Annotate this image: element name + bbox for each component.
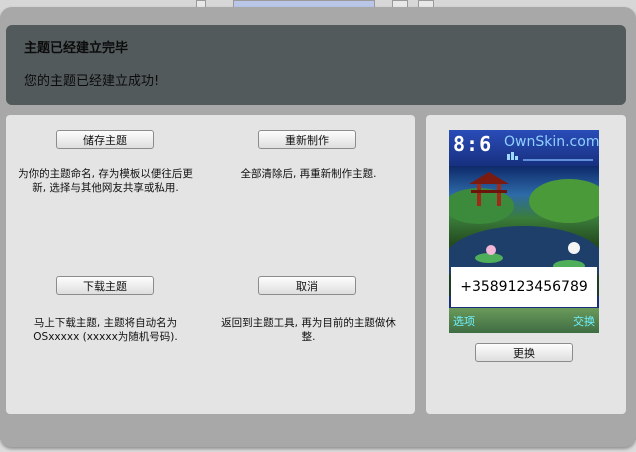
phone-softkey-bar: 选项 交换	[449, 308, 599, 333]
dialog-title: 主题已经建立完毕	[24, 41, 129, 56]
phone-number-display: +3589123456789	[451, 267, 597, 307]
signal-battery-icon	[507, 152, 593, 161]
cancel-description: 返回到主题工具, 再为目前的主题做休整.	[221, 317, 396, 343]
right-softkey: 交换	[573, 315, 595, 328]
change-button[interactable]: 更换	[475, 343, 573, 362]
left-softkey: 选项	[453, 315, 475, 328]
save-theme-description: 为你的主题命名, 存为模板以便往后更新, 选择与其他网友共享或私用.	[18, 168, 193, 194]
dialog-subtitle: 您的主题已经建立成功!	[24, 74, 160, 89]
cancel-button[interactable]: 取消	[258, 276, 356, 295]
download-theme-description: 马上下载主题, 主题将自动名为OSxxxxx (xxxxx为随机号码).	[33, 317, 178, 343]
save-theme-button[interactable]: 储存主题	[56, 130, 154, 149]
phone-preview: 8:6 OwnSkin.com +3589123456789 选项 交换	[449, 130, 599, 333]
phone-status-bar: 8:6 OwnSkin.com	[449, 130, 599, 166]
remake-button[interactable]: 重新制作	[258, 130, 356, 149]
remake-description: 全部清除后, 再重新制作主题.	[240, 168, 377, 180]
dialog-header: 主题已经建立完毕 您的主题已经建立成功!	[6, 25, 626, 105]
preview-panel: 8:6 OwnSkin.com +3589123456789 选项 交换 更换	[426, 115, 626, 414]
download-theme-button[interactable]: 下载主题	[56, 276, 154, 295]
actions-panel: 储存主题 为你的主题命名, 存为模板以便往后更新, 选择与其他网友共享或私用. …	[6, 115, 415, 414]
